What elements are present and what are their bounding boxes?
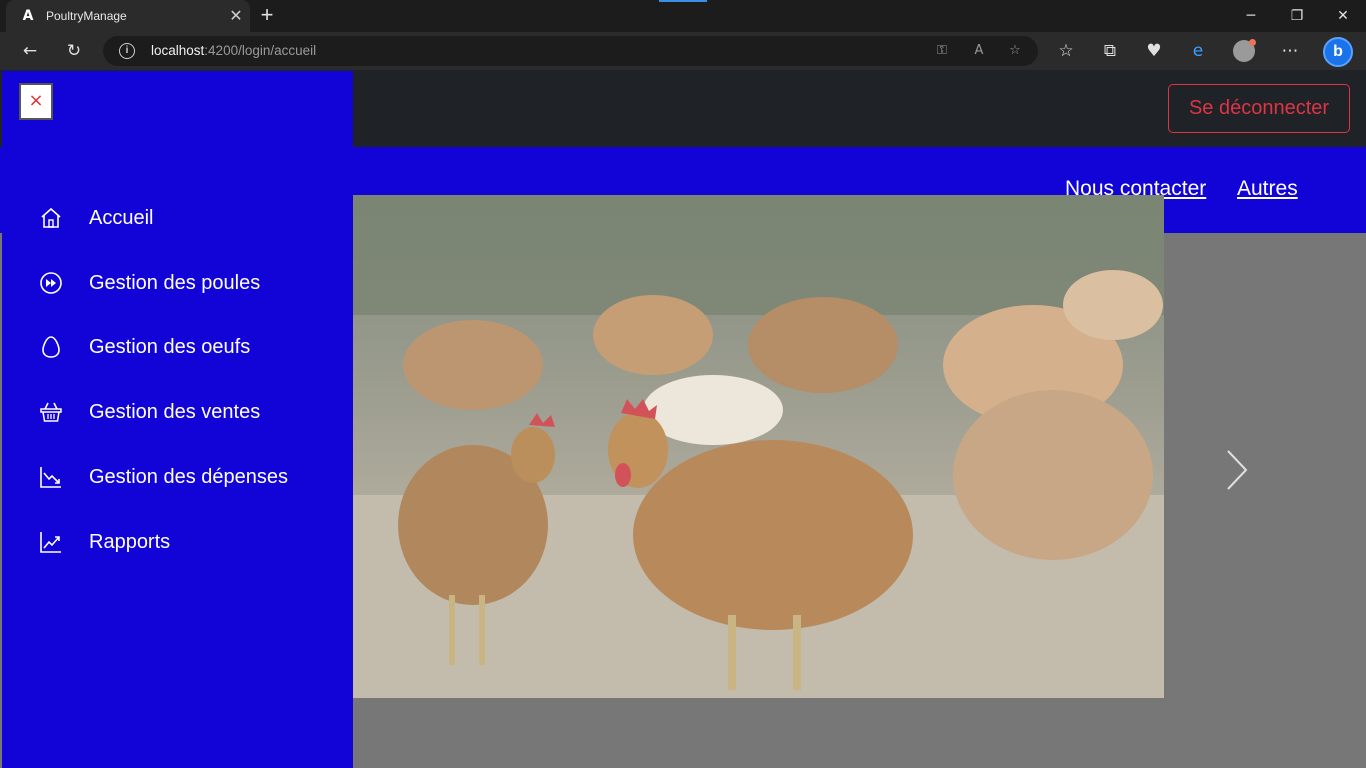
carousel-image xyxy=(353,195,1164,698)
sidebar-item-label: Gestion des dépenses xyxy=(89,465,289,488)
back-icon[interactable]: ← xyxy=(16,37,44,65)
browser-tab-bar: A PoultryManage ✕ + ─ ❐ ✕ xyxy=(0,0,1366,32)
nav-other-link[interactable]: Autres xyxy=(1237,177,1298,201)
sidebar-item-label: Rapports xyxy=(89,530,171,553)
sidebar-item-rapports[interactable]: Rapports xyxy=(38,522,338,562)
fast-forward-circle-icon xyxy=(38,270,64,296)
bing-copilot-icon[interactable]: b xyxy=(1323,37,1353,67)
tab-close-icon[interactable]: ✕ xyxy=(222,6,250,26)
reload-icon[interactable]: ↻ xyxy=(60,37,88,65)
graph-up-icon xyxy=(38,529,64,555)
add-favorite-icon[interactable]: ☆ xyxy=(1005,41,1025,61)
restore-icon[interactable]: ❐ xyxy=(1274,0,1320,32)
sidebar-item-label: Accueil xyxy=(89,206,154,229)
angular-favicon-icon: A xyxy=(22,8,34,24)
browser-tab[interactable]: A PoultryManage ✕ xyxy=(6,0,250,32)
new-tab-icon[interactable]: + xyxy=(255,4,279,28)
more-icon[interactable]: ⋯ xyxy=(1276,37,1304,65)
health-icon[interactable]: ♥ xyxy=(1140,37,1168,65)
close-window-icon[interactable]: ✕ xyxy=(1320,0,1366,32)
site-info-icon[interactable]: i xyxy=(119,43,135,59)
chickens-image xyxy=(353,195,1164,698)
sidebar-item-oeufs[interactable]: Gestion des oeufs xyxy=(38,327,338,367)
sidebar-close-button[interactable]: × xyxy=(19,83,53,120)
collections-icon[interactable]: ⧉ xyxy=(1096,37,1124,65)
sidebar-item-label: Gestion des oeufs xyxy=(89,335,251,358)
carousel-next-icon[interactable] xyxy=(1222,445,1252,495)
minimize-icon[interactable]: ─ xyxy=(1228,0,1274,32)
sidebar-item-label: Gestion des ventes xyxy=(89,400,261,423)
sidebar-item-ventes[interactable]: Gestion des ventes xyxy=(38,392,338,432)
sidebar-item-depenses[interactable]: Gestion des dépenses xyxy=(38,457,338,497)
browser-toolbar: ← ↻ i localhost:4200/login/accueil ⚿ A ☆… xyxy=(0,32,1366,70)
sidebar-item-accueil[interactable]: Accueil xyxy=(38,198,338,238)
notification-dot xyxy=(1249,39,1256,46)
sidebar: × Accueil Gestion des poules Gestion des… xyxy=(2,71,353,768)
url-text[interactable]: localhost:4200/login/accueil xyxy=(151,43,316,58)
logout-button[interactable]: Se déconnecter xyxy=(1168,84,1350,133)
home-icon xyxy=(38,205,64,231)
egg-icon xyxy=(38,334,64,360)
sidebar-item-label: Gestion des poules xyxy=(89,271,261,294)
tab-title: PoultryManage xyxy=(46,9,127,23)
favorites-icon[interactable]: ☆ xyxy=(1052,37,1080,65)
read-aloud-icon[interactable]: A xyxy=(969,41,989,61)
sidebar-item-poules[interactable]: Gestion des poules xyxy=(38,263,338,303)
address-bar[interactable]: i localhost:4200/login/accueil ⚿ A ☆ xyxy=(103,36,1038,66)
ie-mode-icon[interactable]: e xyxy=(1184,37,1212,65)
key-icon[interactable]: ⚿ xyxy=(932,41,952,61)
url-path: :4200/login/accueil xyxy=(204,43,317,58)
graph-down-icon xyxy=(38,464,64,490)
basket-icon xyxy=(38,399,64,425)
window-accent xyxy=(659,0,707,2)
url-host: localhost xyxy=(151,43,205,58)
